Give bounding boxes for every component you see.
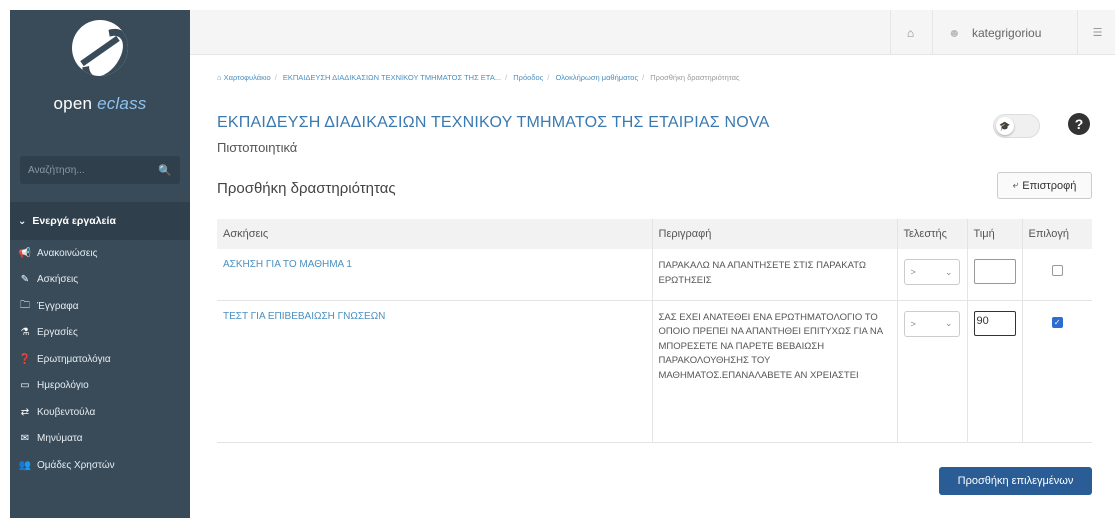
reply-arrow-icon: ⤶ bbox=[1012, 180, 1019, 191]
student-view-toggle[interactable]: 🎓 bbox=[993, 114, 1040, 138]
breadcrumb-item[interactable]: Ολοκλήρωση μαθήματος bbox=[555, 73, 638, 82]
chevron-down-icon: ⌄ bbox=[944, 318, 953, 328]
users-icon: 👥 bbox=[18, 459, 32, 471]
bullhorn-icon: 📢 bbox=[18, 247, 32, 259]
activities-table: Ασκήσεις Περιγραφή Τελεστής Τιμή Επιλογή… bbox=[217, 219, 1092, 443]
col-description: Περιγραφή bbox=[652, 219, 898, 249]
sidebar-item-1[interactable]: ✎ Ασκήσεις bbox=[10, 267, 190, 294]
sidebar: open eclass Αναζήτηση... 🔍 ⌄ Ενεργά εργα… bbox=[10, 10, 190, 518]
graduation-cap-icon: 🎓 bbox=[996, 117, 1014, 135]
envelope-icon: ✉ bbox=[20, 433, 30, 445]
select-checkbox[interactable]: ✓ bbox=[1051, 316, 1063, 328]
operator-value: > bbox=[910, 267, 916, 277]
col-exercises: Ασκήσεις bbox=[217, 219, 653, 249]
main-content: ⌂ Χαρτοφυλάκιο / ΕΚΠΑΙΔΕΥΣΗ ΔΙΑΔΙΚΑΣΙΩΝ Τ… bbox=[190, 55, 1115, 518]
sidebar-item-7[interactable]: ✉ Μηνύματα bbox=[10, 426, 190, 453]
home-icon[interactable]: ⌂ bbox=[890, 10, 930, 55]
operator-value: > bbox=[910, 318, 916, 329]
calendar-icon: ▭ bbox=[20, 380, 30, 392]
table-row: ΑΣΚΗΣΗ ΓΙΑ ΤΟ ΜΑΘΗΜΑ 1 ΠΑΡΑΚΑΛΩ ΝΑ ΑΠΑΝΤ… bbox=[217, 249, 1092, 301]
col-value: Τιμή bbox=[967, 219, 1023, 249]
sidebar-item-3[interactable]: ⚗ Εργασίες bbox=[10, 320, 190, 347]
value-input[interactable]: 90 bbox=[973, 310, 1016, 336]
table-header-row: Ασκήσεις Περιγραφή Τελεστής Τιμή Επιλογή bbox=[217, 219, 1092, 249]
operator-select[interactable]: > ⌄ bbox=[903, 310, 960, 337]
chevron-down-icon: ⌄ bbox=[18, 215, 27, 227]
page-subtitle: Πιστοποιητικά bbox=[217, 140, 298, 155]
add-selected-button[interactable]: Προσθήκη επιλεγμένων bbox=[939, 467, 1092, 495]
folder-icon: 🗀 bbox=[20, 299, 30, 311]
breadcrumb-item[interactable]: ΕΚΠΑΙΔΕΥΣΗ ΔΙΑΔΙΚΑΣΙΩΝ ΤΕΧΝΙΚΟΥ ΤΜΗΜΑΤΟΣ… bbox=[283, 73, 501, 82]
flask-icon: ⚗ bbox=[20, 327, 30, 339]
col-operator: Τελεστής bbox=[897, 219, 968, 249]
eclass-logo-icon bbox=[72, 20, 128, 76]
home-crumb-icon: ⌂ bbox=[217, 73, 222, 82]
active-tools-label: Ενεργά εργαλεία bbox=[32, 215, 116, 227]
exercise-link[interactable]: ΑΣΚΗΣΗ ΓΙΑ ΤΟ ΜΑΘΗΜΑ 1 bbox=[223, 259, 352, 270]
chevron-down-icon: ⌄ bbox=[944, 266, 953, 277]
value-input[interactable] bbox=[973, 259, 1016, 284]
breadcrumb-current: Προσθήκη δραστηριότητας bbox=[650, 73, 740, 82]
help-icon[interactable]: ? bbox=[1068, 113, 1090, 135]
active-tools-header[interactable]: ⌄ Ενεργά εργαλεία bbox=[10, 202, 190, 240]
search-input[interactable]: Αναζήτηση... 🔍 bbox=[20, 156, 180, 184]
sidebar-item-4[interactable]: ❓ Ερωτηματολόγια bbox=[10, 346, 190, 373]
sidebar-item-label: Έγγραφα bbox=[37, 300, 79, 312]
question-icon: ❓ bbox=[18, 353, 32, 365]
sidebar-item-label: Ομάδες Χρηστών bbox=[37, 459, 115, 471]
exercise-link[interactable]: ΤΕΣΤ ΓΙΑ ΕΠΙΒΕΒΑΙΩΣΗ ΓΝΩΣΕΩΝ bbox=[223, 311, 385, 322]
sidebar-item-label: Κουβεντούλα bbox=[37, 406, 96, 418]
search-icon[interactable]: 🔍 bbox=[158, 164, 172, 177]
sidebar-item-8[interactable]: 👥 Ομάδες Χρηστών bbox=[10, 452, 190, 479]
table-row: ΤΕΣΤ ΓΙΑ ΕΠΙΒΕΒΑΙΩΣΗ ΓΝΩΣΕΩΝ ΣΑΣ ΕΧΕΙ ΑΝ… bbox=[217, 300, 1092, 443]
col-selection: Επιλογή bbox=[1022, 219, 1092, 249]
sidebar-item-0[interactable]: 📢 Ανακοινώσεις bbox=[10, 240, 190, 267]
breadcrumb-item[interactable]: Χαρτοφυλάκιο bbox=[224, 73, 271, 82]
sidebar-item-5[interactable]: ▭ Ημερολόγιο bbox=[10, 373, 190, 400]
sidebar-item-6[interactable]: ⇄ Κουβεντούλα bbox=[10, 399, 190, 426]
sidebar-item-label: Μηνύματα bbox=[37, 433, 83, 445]
breadcrumb: ⌂ Χαρτοφυλάκιο / ΕΚΠΑΙΔΕΥΣΗ ΔΙΑΔΙΚΑΣΙΩΝ Τ… bbox=[217, 73, 740, 82]
logo[interactable]: open eclass bbox=[10, 10, 190, 135]
back-button-label: Επιστροφή bbox=[1022, 179, 1077, 192]
exercise-description: ΣΑΣ ΕΧΕΙ ΑΝΑΤΕΘΕΙ ΕΝΑ ΕΡΩΤΗΜΑΤΟΛΟΓΙΟ ΤΟ … bbox=[658, 311, 883, 381]
back-button[interactable]: ⤶ Επιστροφή bbox=[997, 172, 1092, 199]
operator-select[interactable]: > ⌄ bbox=[903, 259, 960, 285]
user-icon: ☻ bbox=[948, 25, 961, 40]
select-checkbox[interactable] bbox=[1051, 265, 1063, 276]
topbar: ⌂ ☻ kategrigoriou ☰ bbox=[190, 10, 1115, 55]
settings-menu-icon[interactable]: ☰ bbox=[1080, 10, 1115, 55]
exchange-icon: ⇄ bbox=[20, 406, 30, 418]
exercise-description: ΠΑΡΑΚΑΛΩ ΝΑ ΑΠΑΝΤΗΣΕΤΕ ΣΤΙΣ ΠΑΡΑΚΑΤΩ ΕΡΩ… bbox=[658, 260, 866, 286]
sidebar-nav: 📢 Ανακοινώσεις ✎ Ασκήσεις 🗀 Έγγραφα ⚗ Εργασίες ❓… bbox=[10, 240, 190, 479]
sidebar-item-label: Εργασίες bbox=[37, 327, 78, 339]
sidebar-item-label: Ημερολόγιο bbox=[37, 380, 89, 392]
sidebar-item-label: Ερωτηματολόγια bbox=[37, 353, 111, 365]
edit-icon: ✎ bbox=[20, 274, 30, 286]
brand-name: open eclass bbox=[53, 94, 147, 113]
sidebar-item-label: Ασκήσεις bbox=[37, 274, 79, 286]
course-title[interactable]: ΕΚΠΑΙΔΕΥΣΗ ΔΙΑΔΙΚΑΣΙΩΝ ΤΕΧΝΙΚΟΥ ΤΜΗΜΑΤΟΣ… bbox=[217, 114, 769, 132]
breadcrumb-item[interactable]: Πρόοδος bbox=[513, 73, 543, 82]
search-placeholder: Αναζήτηση... bbox=[28, 164, 85, 176]
user-menu[interactable]: ☻ kategrigoriou bbox=[932, 10, 1078, 55]
sidebar-item-2[interactable]: 🗀 Έγγραφα bbox=[10, 293, 190, 320]
section-title: Προσθήκη δραστηριότητας bbox=[217, 180, 396, 197]
sidebar-item-label: Ανακοινώσεις bbox=[37, 247, 98, 259]
username: kategrigoriou bbox=[972, 25, 1042, 40]
